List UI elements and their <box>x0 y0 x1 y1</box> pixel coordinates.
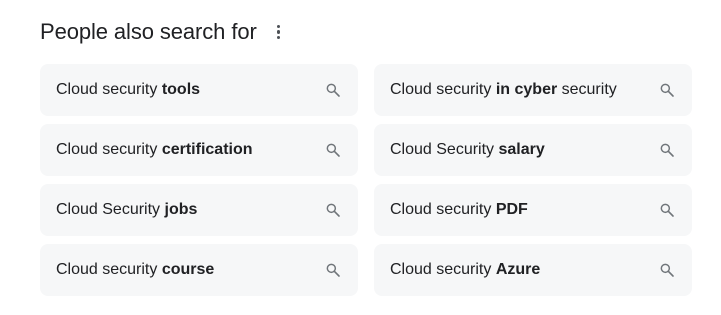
search-icon <box>324 201 342 219</box>
search-icon <box>658 141 676 159</box>
suggestion-chip[interactable]: Cloud security PDF <box>374 184 692 236</box>
suggestion-text: Cloud Security salary <box>390 141 545 158</box>
section-title: People also search for <box>40 19 257 44</box>
suggestion-text: Cloud security certification <box>56 141 253 158</box>
search-icon <box>658 261 676 279</box>
suggestion-chip[interactable]: Cloud security Azure <box>374 244 692 296</box>
suggestion-text: Cloud security in cyber security <box>390 81 617 98</box>
people-also-search-header: People also search for <box>40 17 289 47</box>
suggestion-chip[interactable]: Cloud Security salary <box>374 124 692 176</box>
search-icon <box>324 81 342 99</box>
suggestion-chip[interactable]: Cloud security tools <box>40 64 358 116</box>
suggestion-text: Cloud Security jobs <box>56 201 198 218</box>
search-icon <box>658 81 676 99</box>
search-icon <box>658 201 676 219</box>
suggestion-chip[interactable]: Cloud security certification <box>40 124 358 176</box>
suggestion-chip[interactable]: Cloud security course <box>40 244 358 296</box>
suggestion-grid: Cloud security tools Cloud security in c… <box>40 64 692 296</box>
suggestion-text: Cloud security PDF <box>390 201 528 218</box>
suggestion-chip[interactable]: Cloud Security jobs <box>40 184 358 236</box>
suggestion-text: Cloud security Azure <box>390 261 541 278</box>
suggestion-chip[interactable]: Cloud security in cyber security <box>374 64 692 116</box>
suggestion-text: Cloud security tools <box>56 81 201 98</box>
more-vert-icon[interactable] <box>269 20 289 44</box>
search-icon <box>324 261 342 279</box>
suggestion-text: Cloud security course <box>56 261 215 278</box>
search-icon <box>324 141 342 159</box>
